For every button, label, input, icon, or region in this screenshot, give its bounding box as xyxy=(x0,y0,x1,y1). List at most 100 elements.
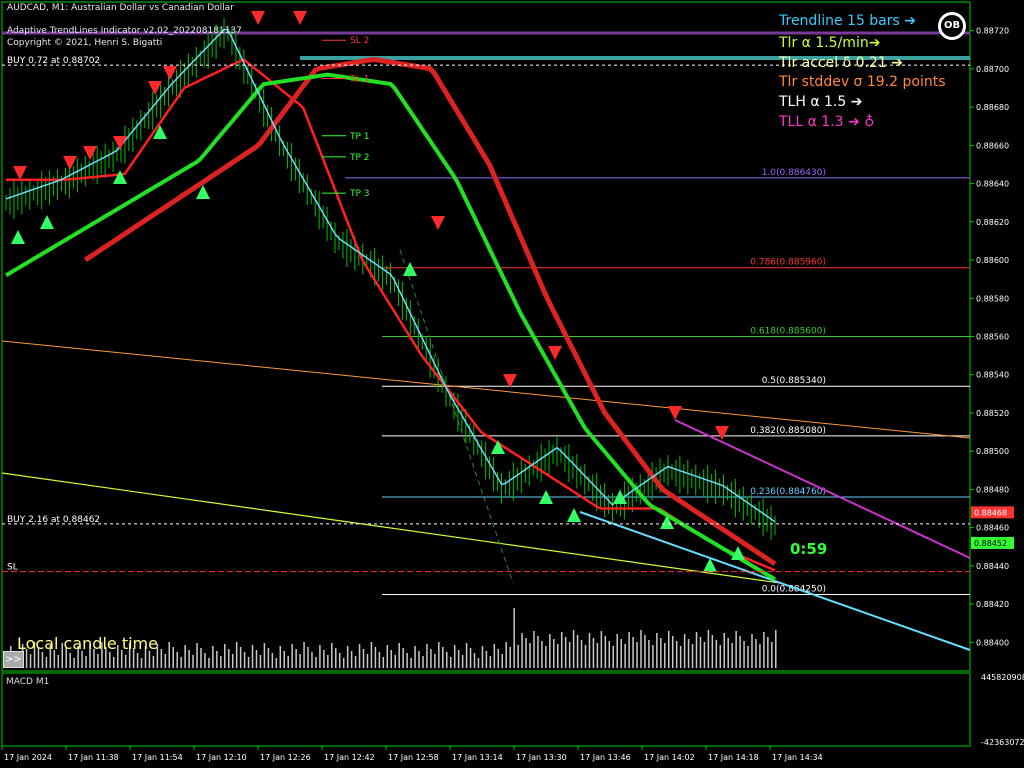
info-tlr-stddev: Tlr stddev σ 19.2 points xyxy=(779,74,946,90)
info-tlh-alpha: TLH α 1.5 ➔ xyxy=(779,94,863,110)
volume-bar xyxy=(224,644,226,668)
volume-bar xyxy=(212,646,214,668)
volume-bar xyxy=(568,642,571,668)
macd-tick-bottom: -4236307275 xyxy=(981,738,1024,747)
volume-bar xyxy=(323,650,325,668)
volume-bar xyxy=(422,656,424,668)
volume-bar xyxy=(493,644,496,668)
y-tick-label: 0.88640 xyxy=(976,180,1009,189)
volume-bar xyxy=(366,654,369,668)
volume-bar xyxy=(354,656,357,668)
volume-bar xyxy=(509,647,511,668)
volume-bar xyxy=(751,634,753,668)
volume-bar xyxy=(564,637,567,668)
volume-bar xyxy=(640,630,642,668)
scroll-to-end-button[interactable]: >> xyxy=(3,651,24,668)
fib-level-label: 0.5(0.885340) xyxy=(762,376,826,386)
volume-bar xyxy=(446,652,448,668)
volume-bar xyxy=(775,630,777,668)
x-tick-label: 17 Jan 14:18 xyxy=(708,753,759,762)
volume-bar xyxy=(521,633,523,668)
volume-bar xyxy=(319,645,321,668)
volume-bar xyxy=(184,645,186,668)
y-tick-label: 0.88720 xyxy=(976,27,1009,36)
volume-bar xyxy=(580,640,583,668)
current-price-label: 0.88452 xyxy=(974,539,1007,548)
volume-bar xyxy=(267,648,270,668)
volume-bar xyxy=(644,635,646,668)
volume-bar xyxy=(632,637,634,668)
y-tick-label: 0.88680 xyxy=(976,103,1009,112)
volume-bar xyxy=(85,656,87,668)
volume-bar xyxy=(275,658,278,668)
volume-bar xyxy=(113,657,115,668)
x-tick-label: 17 Jan 12:42 xyxy=(324,753,375,762)
volume-bar xyxy=(759,644,761,668)
volume-bar xyxy=(616,634,618,668)
volume-bar xyxy=(438,642,440,668)
volume-bar xyxy=(453,645,456,668)
volume-bar xyxy=(255,650,258,668)
volume-bar xyxy=(449,657,452,668)
volume-bar xyxy=(600,631,603,668)
volume-bar xyxy=(667,631,670,668)
target-label: TP 2 xyxy=(349,153,370,163)
volume-bar xyxy=(418,651,420,668)
volume-bar xyxy=(73,658,75,668)
volume-bar xyxy=(747,646,749,668)
volume-bar xyxy=(362,649,365,668)
volume-bar xyxy=(168,642,171,668)
volume-bar xyxy=(489,656,492,668)
volume-bar xyxy=(652,645,654,668)
fib-level-label: 0.0(0.884250) xyxy=(762,585,826,595)
volume-bar xyxy=(148,651,151,668)
volume-bar xyxy=(763,632,765,668)
volume-bar xyxy=(124,655,127,668)
volume-bar xyxy=(299,654,301,668)
volume-bar xyxy=(303,642,305,668)
volume-bar xyxy=(699,637,702,668)
y-tick-label: 0.88700 xyxy=(976,65,1009,74)
volume-bar xyxy=(426,644,428,668)
volume-bar xyxy=(755,639,757,668)
volume-bar xyxy=(576,635,579,668)
volume-bar xyxy=(477,658,480,668)
volume-bar xyxy=(473,653,476,668)
volume-bar xyxy=(553,639,555,668)
volume-bar xyxy=(683,634,686,668)
current-price-label: 0.88468 xyxy=(974,508,1007,517)
y-tick-label: 0.88580 xyxy=(976,294,1009,303)
volume-bar xyxy=(287,656,289,668)
volume-bar xyxy=(529,643,531,668)
volume-bar xyxy=(358,644,361,668)
target-label: SL 2 xyxy=(350,36,369,46)
ob-logo-icon: OB xyxy=(938,12,966,40)
volume-bar xyxy=(430,649,432,668)
volume-bar xyxy=(188,650,190,668)
x-tick-label: 17 Jan 11:54 xyxy=(132,753,183,762)
volume-bar xyxy=(307,647,309,668)
volume-bar xyxy=(57,655,60,668)
volume-bar xyxy=(572,630,575,668)
info-tll-alpha: TLL α 1.3 ➔ ♁ xyxy=(779,114,875,130)
volume-bar xyxy=(691,644,694,668)
volume-bar xyxy=(216,651,218,668)
y-tick-label: 0.88480 xyxy=(976,485,1009,494)
x-tick-label: 17 Jan 2024 xyxy=(4,753,52,762)
volume-bar xyxy=(525,638,527,668)
volume-bar xyxy=(235,642,238,668)
y-tick-label: 0.88400 xyxy=(976,638,1009,647)
x-tick-label: 17 Jan 14:02 xyxy=(644,753,695,762)
volume-bar xyxy=(279,646,282,668)
y-tick-label: 0.88600 xyxy=(976,256,1009,265)
volume-bar xyxy=(612,646,615,668)
volume-bar xyxy=(620,639,622,668)
candle-countdown: 0:59 xyxy=(790,540,828,558)
fib-level-label: 0.618(0.885600) xyxy=(750,327,826,337)
y-tick-label: 0.88460 xyxy=(976,524,1009,533)
volume-bar xyxy=(370,642,373,668)
volume-bar xyxy=(707,630,710,668)
volume-bar xyxy=(394,655,396,668)
volume-bar xyxy=(140,658,143,668)
volume-bar xyxy=(160,649,163,668)
